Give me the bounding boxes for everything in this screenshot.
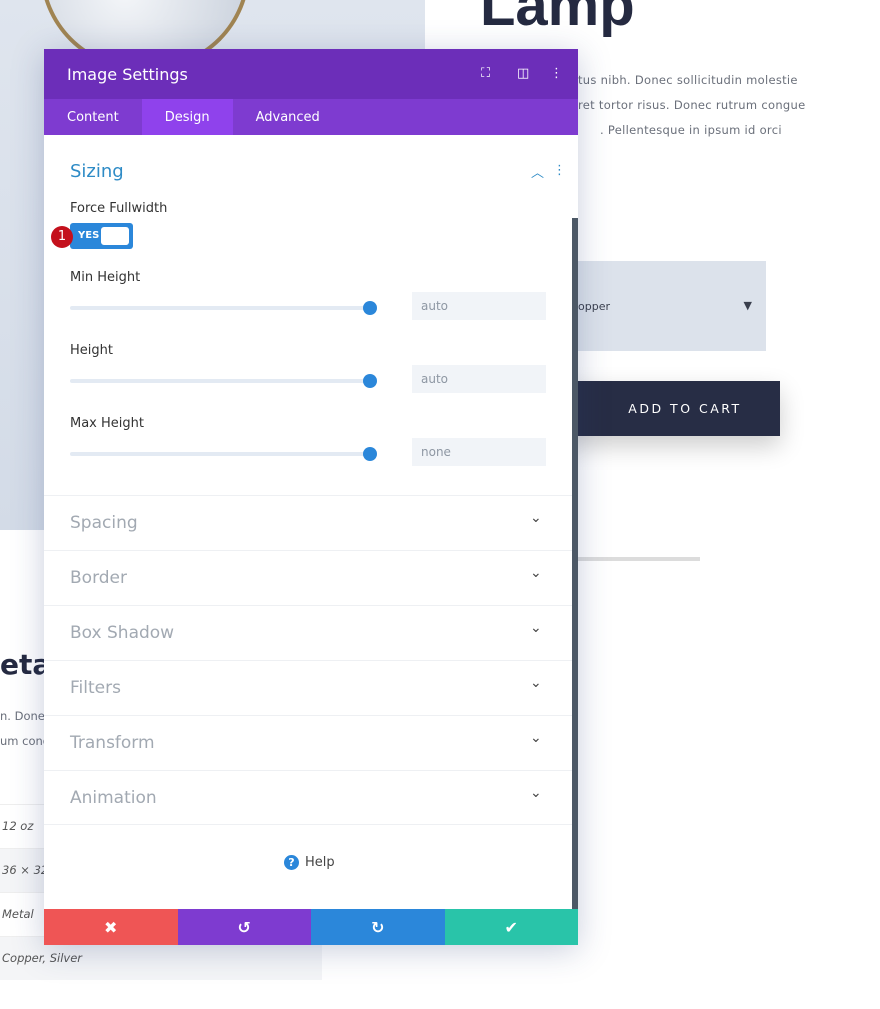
select-value: opper xyxy=(578,300,610,313)
slider-handle[interactable] xyxy=(363,374,377,388)
check-icon: ✔ xyxy=(504,917,518,937)
chevron-down-icon: ⌄ xyxy=(530,620,542,636)
step-badge: 1 xyxy=(51,226,73,248)
chevron-down-icon: ⌄ xyxy=(530,730,542,746)
group-box-shadow[interactable]: Box Shadow ⌄ xyxy=(44,605,572,660)
tab-design[interactable]: Design xyxy=(141,99,233,135)
dropdown-arrow-icon: ▼ xyxy=(743,299,752,312)
description-line: ret tortor risus. Donec rutrum congue xyxy=(578,98,806,112)
image-settings-modal: Image Settings ⛶ ◫ ⋮ Content Design Adva… xyxy=(44,49,578,945)
group-label: Filters xyxy=(70,678,121,698)
meta-text: n. Done xyxy=(0,709,45,723)
height-label: Height xyxy=(70,343,113,358)
modal-header: Image Settings ⛶ ◫ ⋮ xyxy=(44,49,578,99)
group-spacing[interactable]: Spacing ⌄ xyxy=(44,495,572,550)
close-icon: ✖ xyxy=(104,917,118,937)
height-input[interactable] xyxy=(412,365,546,393)
max-height-slider[interactable] xyxy=(70,447,377,461)
chevron-down-icon: ⌄ xyxy=(530,785,542,801)
divider xyxy=(578,557,700,561)
more-options-icon[interactable]: ⋮ xyxy=(550,66,563,81)
group-label: Spacing xyxy=(70,513,138,533)
chevron-down-icon: ⌄ xyxy=(530,675,542,691)
group-transform[interactable]: Transform ⌄ xyxy=(44,715,572,770)
scrollbar[interactable] xyxy=(572,218,578,910)
toggle-label: YES xyxy=(78,230,100,241)
redo-icon: ↻ xyxy=(371,917,385,937)
slider-handle[interactable] xyxy=(363,447,377,461)
chevron-down-icon: ⌄ xyxy=(530,510,542,526)
modal-footer: ✖ ↺ ↻ ✔ xyxy=(44,909,578,945)
undo-icon: ↺ xyxy=(237,917,251,937)
product-title: Lamp xyxy=(480,0,635,38)
undo-button[interactable]: ↺ xyxy=(177,909,311,945)
min-height-slider[interactable] xyxy=(70,301,377,315)
group-border[interactable]: Border ⌄ xyxy=(44,550,572,605)
description-line: . Pellentesque in ipsum id orci xyxy=(600,123,782,137)
help-link[interactable]: ? Help xyxy=(284,855,335,870)
fullscreen-icon[interactable]: ⛶ xyxy=(481,66,490,81)
min-height-input[interactable] xyxy=(412,292,546,320)
group-label: Animation xyxy=(70,788,157,808)
chevron-down-icon: ⌄ xyxy=(530,565,542,581)
cancel-button[interactable]: ✖ xyxy=(44,909,178,945)
add-to-cart-button[interactable]: ADD TO CART xyxy=(560,381,780,436)
min-height-label: Min Height xyxy=(70,270,141,285)
tab-content[interactable]: Content xyxy=(44,99,142,135)
group-filters[interactable]: Filters ⌄ xyxy=(44,660,572,715)
description-line: tus nibh. Donec sollicitudin molestie xyxy=(578,73,798,87)
max-height-label: Max Height xyxy=(70,416,144,431)
variant-select[interactable]: opper ▼ xyxy=(560,261,766,351)
height-slider[interactable] xyxy=(70,374,377,388)
save-button[interactable]: ✔ xyxy=(444,909,578,945)
group-label: Transform xyxy=(70,733,155,753)
toggle-knob xyxy=(101,227,129,245)
tab-bar: Content Design Advanced xyxy=(44,99,578,135)
modal-title: Image Settings xyxy=(67,65,188,84)
chevron-up-icon[interactable]: ︿ xyxy=(531,162,544,181)
force-fullwidth-label: Force Fullwidth xyxy=(70,201,168,216)
help-icon: ? xyxy=(284,855,299,870)
help-label: Help xyxy=(305,855,335,870)
group-label: Border xyxy=(70,568,127,588)
tab-advanced[interactable]: Advanced xyxy=(233,99,343,135)
max-height-input[interactable] xyxy=(412,438,546,466)
meta-text: um cong xyxy=(0,734,51,748)
split-view-icon[interactable]: ◫ xyxy=(517,66,529,81)
redo-button[interactable]: ↻ xyxy=(311,909,445,945)
section-options-icon[interactable]: ⋮ xyxy=(553,163,566,178)
group-animation[interactable]: Animation ⌄ xyxy=(44,770,572,825)
group-label: Box Shadow xyxy=(70,623,175,643)
section-title-sizing[interactable]: Sizing xyxy=(70,161,124,182)
force-fullwidth-toggle[interactable]: YES xyxy=(70,223,133,249)
slider-handle[interactable] xyxy=(363,301,377,315)
